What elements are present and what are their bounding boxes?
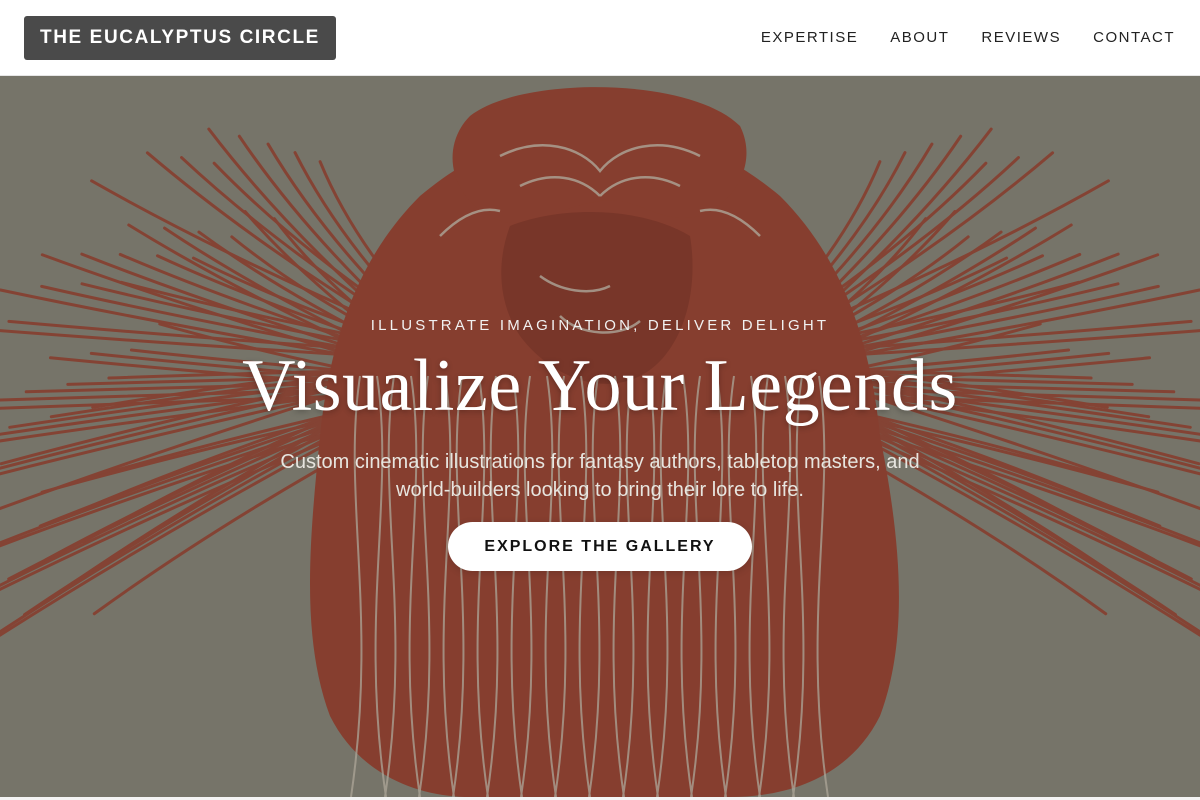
brand-logo-button[interactable]: THE EUCALYPTUS CIRCLE	[24, 15, 336, 60]
explore-gallery-button[interactable]: EXPLORE THE GALLERY	[448, 522, 752, 571]
hero-content: ILLUSTRATE IMAGINATION, DELIVER DELIGHT …	[0, 76, 1200, 797]
nav-link-reviews[interactable]: REVIEWS	[981, 29, 1061, 46]
nav-link-about[interactable]: ABOUT	[890, 29, 949, 46]
nav-link-expertise[interactable]: EXPERTISE	[761, 29, 858, 46]
hero-tagline: ILLUSTRATE IMAGINATION, DELIVER DELIGHT	[370, 317, 830, 334]
hero-subtext: Custom cinematic illustrations for fanta…	[280, 451, 920, 501]
main-nav: EXPERTISE ABOUT REVIEWS CONTACT	[761, 29, 1176, 46]
hero-section: ILLUSTRATE IMAGINATION, DELIVER DELIGHT …	[0, 76, 1200, 797]
site-header: THE EUCALYPTUS CIRCLE EXPERTISE ABOUT RE…	[0, 0, 1200, 76]
hero-headline: Visualize Your Legends	[242, 345, 958, 427]
nav-link-contact[interactable]: CONTACT	[1093, 29, 1175, 46]
